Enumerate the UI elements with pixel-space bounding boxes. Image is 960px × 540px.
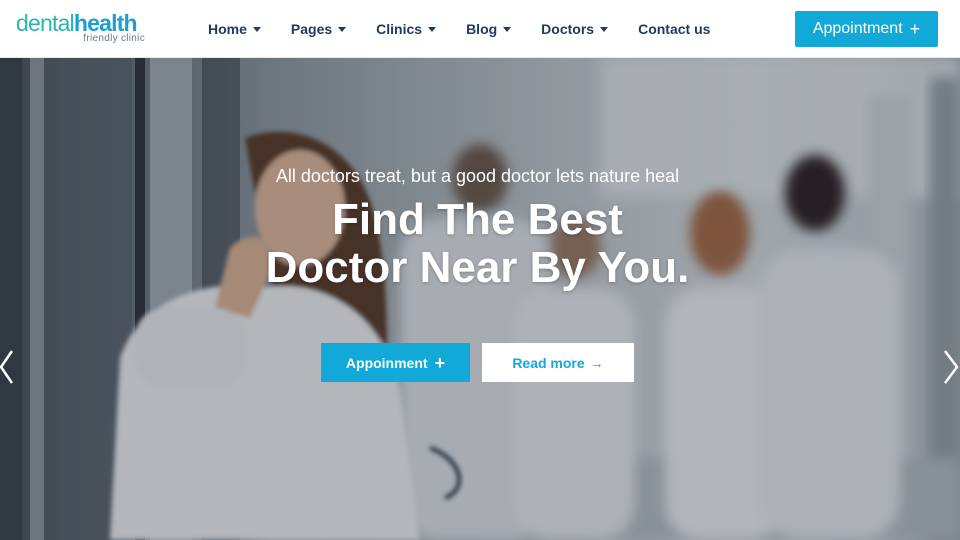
hero-headline-line-1: Find The Best (332, 195, 623, 244)
nav-item-doctors[interactable]: Doctors (541, 21, 609, 37)
site-header: dentalhealth friendly clinic Home Pages … (0, 0, 960, 58)
hero-appointment-button-label: Appoinment (345, 354, 428, 371)
hero-overlay (0, 58, 960, 540)
nav-item-label: Clinics (376, 21, 423, 37)
logo-tagline: friendly clinic (83, 33, 145, 44)
chevron-left-icon (0, 350, 14, 384)
nav-item-label: Contact us (638, 21, 711, 37)
slider-next-button[interactable] (940, 349, 960, 385)
nav-item-contact-us[interactable]: Contact us (638, 21, 710, 37)
nav-item-label: Pages (290, 21, 333, 37)
nav-item-clinics[interactable]: Clinics (376, 21, 437, 37)
chevron-down-icon (428, 27, 437, 32)
hero-slider: All doctors treat, but a good doctor let… (0, 58, 960, 540)
read-more-button-label: Read more (512, 354, 585, 371)
plus-icon: + (909, 19, 921, 39)
plus-icon: + (434, 352, 446, 373)
arrow-right-icon: → (589, 354, 604, 371)
chevron-down-icon (338, 27, 347, 32)
read-more-button[interactable]: Read more → (482, 343, 634, 382)
slider-prev-button[interactable] (0, 349, 20, 385)
nav-item-blog[interactable]: Blog (466, 21, 512, 37)
hero-tagline: All doctors treat, but a good doctor let… (275, 166, 680, 186)
nav-item-home[interactable]: Home (208, 21, 261, 37)
nav-item-label: Blog (466, 21, 498, 37)
logo-dental-text: dental (16, 10, 75, 36)
logo[interactable]: dentalhealth friendly clinic (16, 10, 148, 48)
chevron-down-icon (600, 27, 609, 32)
chevron-right-icon (944, 350, 959, 384)
hero-appointment-button[interactable]: Appoinment + (321, 343, 470, 382)
nav-item-pages[interactable]: Pages (290, 21, 347, 37)
hero-headline-line-2: Doctor Near By You. (265, 243, 690, 292)
chevron-down-icon (503, 27, 512, 32)
hero-headline: Find The Best Doctor Near By You. (0, 196, 955, 292)
chevron-down-icon (252, 27, 261, 32)
main-nav: Home Pages Clinics Blog Doctors Contact … (208, 0, 710, 58)
appointment-button[interactable]: Appointment + (795, 11, 938, 47)
nav-item-label: Home (208, 21, 247, 37)
nav-item-label: Doctors (541, 21, 595, 37)
appointment-button-label: Appointment (812, 20, 903, 37)
